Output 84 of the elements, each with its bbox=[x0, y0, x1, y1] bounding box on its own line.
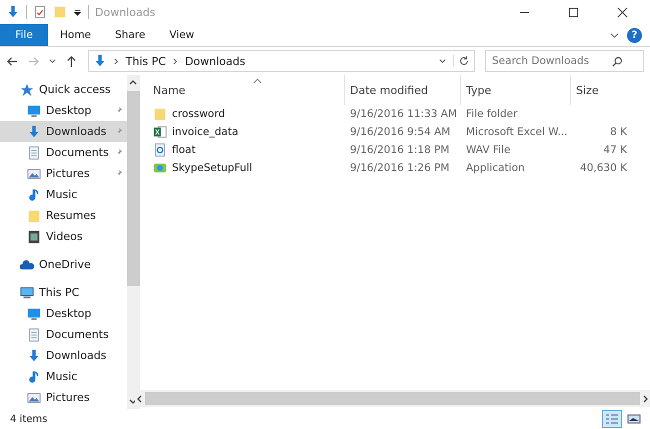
monitor-icon bbox=[27, 104, 41, 118]
ribbon-tab[interactable]: File bbox=[0, 24, 48, 46]
properties-icon[interactable] bbox=[33, 5, 47, 19]
sidebar-item[interactable]: Documents bbox=[0, 142, 127, 163]
chevron-down-icon[interactable] bbox=[610, 30, 619, 40]
sort-ascending-icon bbox=[253, 78, 262, 84]
sidebar-item[interactable]: Resumes bbox=[0, 205, 127, 226]
music-note-icon bbox=[27, 370, 41, 384]
star-icon bbox=[20, 82, 34, 96]
scrollbar-thumb[interactable] bbox=[126, 91, 140, 286]
date-cell-text: 9/16/2016 11:33 AM bbox=[349, 108, 458, 120]
ribbon-tab[interactable]: View bbox=[157, 24, 206, 46]
close-icon[interactable] bbox=[617, 6, 628, 18]
details-list-icon bbox=[605, 413, 619, 425]
down-arrow-icon bbox=[27, 124, 41, 138]
file-name[interactable]: float bbox=[172, 144, 196, 156]
chevron-down-icon[interactable] bbox=[48, 56, 57, 66]
type-cell-text: File folder bbox=[465, 108, 518, 120]
spreadsheet-icon bbox=[153, 125, 167, 139]
sidebar-item[interactable]: Desktop bbox=[0, 303, 127, 324]
monitor-icon bbox=[27, 306, 41, 320]
computer-icon bbox=[20, 286, 34, 300]
chevron-right-icon[interactable] bbox=[112, 56, 120, 66]
item-count: 4 items bbox=[10, 414, 48, 424]
date-cell-text: 9/16/2016 1:26 PM bbox=[349, 162, 450, 174]
cloud-icon bbox=[20, 258, 34, 272]
sidebar-item[interactable]: Music bbox=[0, 366, 127, 387]
music-note-icon bbox=[27, 188, 41, 202]
size-cell-text: 47 K bbox=[602, 144, 628, 156]
ribbon-tab[interactable]: Share bbox=[103, 24, 158, 46]
sidebar-item[interactable]: Quick access bbox=[0, 79, 127, 100]
picture-icon bbox=[627, 413, 641, 425]
breadcrumb[interactable]: This PC bbox=[126, 54, 166, 68]
dropdown-icon[interactable] bbox=[73, 8, 82, 16]
chevron-right-icon[interactable] bbox=[172, 56, 179, 66]
sidebar-item[interactable]: Downloads bbox=[0, 345, 127, 366]
film-icon bbox=[27, 230, 41, 244]
sidebar-item[interactable]: Pictures bbox=[0, 163, 127, 184]
search-box[interactable]: Search Downloads bbox=[485, 50, 644, 72]
sidebar-item[interactable]: Documents bbox=[0, 324, 127, 345]
type-cell-text: Application bbox=[465, 162, 526, 174]
picture-icon bbox=[27, 390, 41, 404]
column-header[interactable]: Type bbox=[461, 75, 571, 105]
back-arrow-icon[interactable] bbox=[6, 54, 19, 68]
audio-file-icon bbox=[153, 143, 167, 157]
chevron-down-icon[interactable] bbox=[438, 56, 448, 66]
folder-icon bbox=[27, 208, 41, 222]
file-name[interactable]: invoice_data bbox=[172, 126, 238, 138]
details-view-button[interactable] bbox=[602, 410, 622, 428]
down-arrow-icon[interactable] bbox=[6, 5, 20, 19]
up-arrow-icon[interactable] bbox=[64, 54, 78, 68]
ribbon-tab[interactable]: Home bbox=[48, 24, 104, 46]
document-icon bbox=[27, 328, 41, 342]
date-cell-text: 9/16/2016 1:18 PM bbox=[349, 144, 450, 156]
picture-icon bbox=[27, 166, 41, 180]
search-icon bbox=[612, 56, 624, 66]
column-header[interactable]: Name bbox=[135, 75, 345, 105]
installer-icon bbox=[153, 161, 167, 175]
document-icon bbox=[27, 146, 41, 160]
file-name[interactable]: SkypeSetupFull bbox=[172, 162, 252, 174]
refresh-icon[interactable] bbox=[453, 55, 470, 67]
type-cell-text: Microsoft Excel W... bbox=[465, 126, 568, 138]
address-bar[interactable]: This PC Downloads bbox=[88, 50, 476, 72]
file-name[interactable]: crossword bbox=[172, 108, 226, 120]
help-button[interactable]: ? bbox=[627, 28, 642, 42]
sidebar-item[interactable]: This PC bbox=[0, 282, 127, 303]
size-cell-text: 8 K bbox=[609, 126, 628, 138]
scrollbar-thumb[interactable] bbox=[145, 392, 640, 405]
folder-icon bbox=[153, 107, 167, 121]
maximize-icon[interactable] bbox=[568, 6, 579, 18]
sidebar-item[interactable]: Downloads bbox=[0, 121, 127, 142]
column-header[interactable]: Date modified bbox=[345, 75, 461, 105]
down-arrow-icon bbox=[27, 348, 41, 362]
column-header[interactable]: Size bbox=[571, 75, 631, 105]
breadcrumb[interactable]: Downloads bbox=[184, 54, 246, 68]
sidebar-item[interactable]: OneDrive bbox=[0, 254, 127, 275]
date-cell-text: 9/16/2016 9:54 AM bbox=[349, 126, 452, 138]
sidebar-item[interactable]: Videos bbox=[0, 226, 127, 247]
sidebar-item[interactable]: Music bbox=[0, 184, 127, 205]
window-title: Downloads bbox=[95, 6, 156, 18]
type-cell-text: WAV File bbox=[465, 144, 512, 156]
size-cell-text: 40,630 K bbox=[579, 162, 628, 174]
sidebar-item[interactable]: Pictures bbox=[0, 387, 127, 408]
sidebar-item[interactable]: Desktop bbox=[0, 100, 127, 121]
